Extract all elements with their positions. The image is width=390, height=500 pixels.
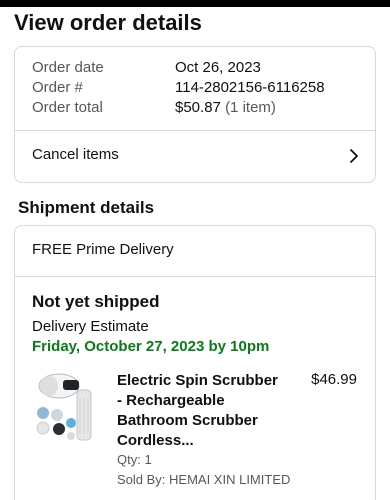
product-name-link[interactable]: Electric Spin Scrubber - Rechargeable Ba…	[117, 371, 287, 451]
shipment-card: FREE Prime Delivery Not yet shipped Deli…	[14, 225, 376, 500]
product-thumbnail[interactable]	[33, 368, 109, 444]
page-title: View order details	[14, 10, 202, 35]
order-item-count: (1 item)	[225, 99, 276, 116]
order-date-label: Order date	[32, 59, 104, 76]
order-total-value: $50.87 (1 item)	[175, 99, 276, 116]
delivery-estimate-label: Delivery Estimate	[32, 318, 149, 335]
delivery-estimate-date: Friday, October 27, 2023 by 10pm	[32, 338, 270, 355]
order-number-value: 114-2802156-6116258	[175, 79, 325, 96]
order-total-label: Order total	[32, 99, 103, 116]
status-bar	[0, 0, 390, 7]
cancel-items-label: Cancel items	[32, 146, 119, 163]
product-name-line: Cordless...	[117, 432, 194, 449]
order-summary-card: Order date Oct 26, 2023 Order # 114-2802…	[14, 46, 376, 183]
order-date-value: Oct 26, 2023	[175, 59, 261, 76]
product-name-line: Bathroom Scrubber	[117, 412, 258, 429]
product-name-line: - Rechargeable	[117, 392, 225, 409]
order-total-amount: $50.87	[175, 99, 221, 116]
product-price: $46.99	[311, 371, 357, 388]
product-seller: Sold By: HEMAI XIN LIMITED	[117, 472, 291, 487]
chevron-right-icon	[350, 149, 358, 163]
product-name-line: Electric Spin Scrubber	[117, 372, 278, 389]
shipment-section-title: Shipment details	[18, 198, 155, 217]
shipment-status: Not yet shipped	[32, 292, 160, 311]
product-quantity: Qty: 1	[117, 452, 152, 467]
order-number-label: Order #	[32, 79, 83, 96]
delivery-type: FREE Prime Delivery	[32, 241, 174, 258]
cancel-items-button[interactable]: Cancel items	[15, 131, 375, 183]
divider	[15, 276, 375, 277]
